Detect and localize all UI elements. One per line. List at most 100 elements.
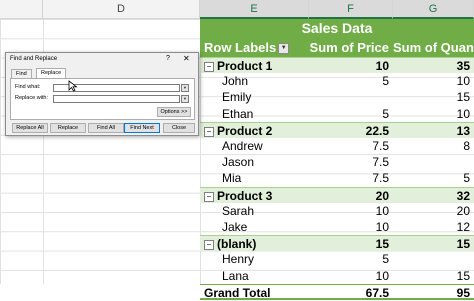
pivot-group-row[interactable]: − Product 2 22.5 13 — [200, 121, 474, 139]
find-history-dropdown[interactable]: ▼ — [181, 84, 189, 92]
sum-quantity-header[interactable]: Sum of Quantity — [393, 38, 474, 57]
price-cell[interactable]: 15 — [309, 236, 393, 252]
pivot-group-row[interactable]: − Product 3 20 32 — [200, 186, 474, 204]
close-button[interactable]: Close — [163, 123, 195, 133]
quantity-cell[interactable]: 20 — [393, 203, 474, 219]
row-label-cell[interactable]: Emily — [200, 89, 309, 105]
row-label-text: Emily — [222, 90, 252, 105]
help-icon[interactable]: ? — [166, 55, 170, 62]
price-cell[interactable]: 20 — [309, 188, 393, 204]
collapse-icon[interactable]: − — [204, 62, 214, 72]
row-label-cell[interactable]: Jason — [200, 154, 309, 170]
price-cell[interactable]: 7.5 — [309, 170, 393, 186]
replace-with-input[interactable] — [53, 95, 180, 103]
pivot-detail-row[interactable]: John 5 10 — [200, 73, 474, 89]
row-label-cell[interactable]: Henry — [200, 251, 309, 267]
row-label-cell[interactable]: Sarah — [200, 203, 309, 219]
collapse-icon[interactable]: − — [204, 126, 214, 137]
column-header-e[interactable]: E — [200, 0, 309, 19]
quantity-cell[interactable]: 15 — [393, 89, 474, 105]
row-label-cell[interactable]: − (blank) — [200, 236, 309, 252]
pivot-detail-row[interactable]: Jason 7.5 — [200, 154, 474, 170]
quantity-cell[interactable]: 95 — [393, 285, 474, 301]
pivot-detail-row[interactable]: Henry 5 — [200, 251, 474, 267]
row-label-text: Product 3 — [217, 188, 273, 203]
dialog-title: Find and Replace — [10, 56, 58, 62]
pivot-detail-row[interactable]: Mia 7.5 5 — [200, 170, 474, 186]
pivot-detail-row[interactable]: Jake 10 12 — [200, 219, 474, 235]
quantity-cell[interactable]: 13 — [393, 123, 474, 139]
row-label-text: Jake — [222, 220, 248, 234]
row-label-cell[interactable]: − Product 3 — [200, 188, 309, 204]
quantity-cell[interactable]: 10 — [393, 73, 474, 89]
quantity-cell[interactable]: 35 — [393, 58, 474, 74]
quantity-cell[interactable]: 15 — [393, 236, 474, 252]
price-cell[interactable]: 67.5 — [309, 285, 393, 301]
pivot-group-row[interactable]: − (blank) 15 15 — [200, 235, 474, 252]
row-label-cell[interactable]: John — [200, 73, 309, 89]
pivot-group-row[interactable]: − Product 1 10 35 — [200, 57, 474, 74]
row-label-cell[interactable]: Jake — [200, 219, 309, 235]
pivot-header-row[interactable]: Row Labels▼ Sum of Price Sum of Quantity — [200, 38, 474, 57]
price-cell[interactable]: 5 — [309, 106, 393, 122]
price-cell[interactable]: 7.5 — [309, 138, 393, 154]
quantity-cell[interactable] — [393, 251, 474, 267]
quantity-cell[interactable]: 5 — [393, 170, 474, 186]
replace-with-label: Replace with: — [15, 95, 49, 101]
find-all-button[interactable]: Find All — [88, 123, 124, 133]
pivot-title[interactable]: Sales Data — [200, 19, 474, 38]
quantity-cell[interactable] — [393, 154, 474, 170]
pivot-detail-row[interactable]: Ethan 5 10 — [200, 106, 474, 122]
row-label-text: Ethan — [222, 106, 254, 121]
pivot-detail-row[interactable]: Lana 10 15 — [200, 268, 474, 284]
quantity-cell[interactable]: 12 — [393, 219, 474, 235]
find-replace-dialog[interactable]: Find and Replace ? ✕ Find Replace Find w… — [5, 52, 199, 136]
row-label-cell[interactable]: Grand Total — [200, 285, 309, 301]
price-cell[interactable]: 10 — [309, 268, 393, 284]
price-cell[interactable]: 22.5 — [309, 123, 393, 139]
collapse-icon[interactable]: − — [204, 191, 214, 202]
row-label-text: Mia — [222, 171, 242, 186]
row-label-text: Sarah — [222, 203, 255, 218]
close-icon[interactable]: ✕ — [183, 54, 190, 63]
replace-button[interactable]: Replace — [50, 123, 86, 133]
price-cell[interactable]: 5 — [309, 251, 393, 267]
grand-total-row[interactable]: Grand Total 67.5 95 — [200, 283, 474, 301]
row-label-text: Jason — [222, 155, 255, 170]
pivot-detail-row[interactable]: Andrew 7.5 8 — [200, 138, 474, 154]
row-label-cell[interactable]: Andrew — [200, 138, 309, 154]
pivot-title-text: Sales Data — [301, 20, 373, 36]
row-label-cell[interactable]: Lana — [200, 268, 309, 284]
options-button[interactable]: Options >> — [157, 107, 191, 117]
pivot-detail-row[interactable]: Sarah 10 20 — [200, 203, 474, 219]
price-cell[interactable]: 10 — [309, 58, 393, 74]
find-next-button[interactable]: Find Next — [124, 123, 160, 133]
row-labels-header[interactable]: Row Labels ▼ — [200, 38, 309, 57]
quantity-cell[interactable]: 10 — [393, 106, 474, 122]
column-header-f[interactable]: F — [309, 0, 393, 19]
row-label-cell[interactable]: Ethan — [200, 106, 309, 122]
price-cell[interactable]: 10 — [309, 203, 393, 219]
row-label-text: Product 2 — [217, 123, 273, 138]
row-label-cell[interactable]: − Product 1 — [200, 58, 309, 74]
price-cell[interactable]: 5 — [309, 73, 393, 89]
column-header-g[interactable]: G — [393, 0, 474, 19]
quantity-cell[interactable]: 15 — [393, 268, 474, 284]
quantity-cell[interactable]: 8 — [393, 138, 474, 154]
column-header-blank[interactable] — [0, 0, 43, 19]
price-cell[interactable]: 7.5 — [309, 154, 393, 170]
sum-price-header[interactable]: Sum of Price — [309, 38, 393, 57]
quantity-cell[interactable]: 32 — [393, 188, 474, 204]
column-header-d[interactable]: D — [43, 0, 200, 19]
replace-all-button[interactable]: Replace All — [12, 123, 48, 133]
replace-history-dropdown[interactable]: ▼ — [181, 95, 189, 103]
price-cell[interactable] — [309, 89, 393, 105]
price-cell[interactable]: 10 — [309, 219, 393, 235]
row-label-text: Grand Total — [204, 285, 271, 300]
collapse-icon[interactable]: − — [204, 240, 214, 251]
row-label-cell[interactable]: − Product 2 — [200, 123, 309, 139]
filter-dropdown-icon[interactable]: ▼ — [278, 43, 290, 55]
row-label-cell[interactable]: Mia — [200, 170, 309, 186]
pivot-detail-row[interactable]: Emily 15 — [200, 89, 474, 105]
mouse-pointer-icon — [68, 80, 78, 92]
